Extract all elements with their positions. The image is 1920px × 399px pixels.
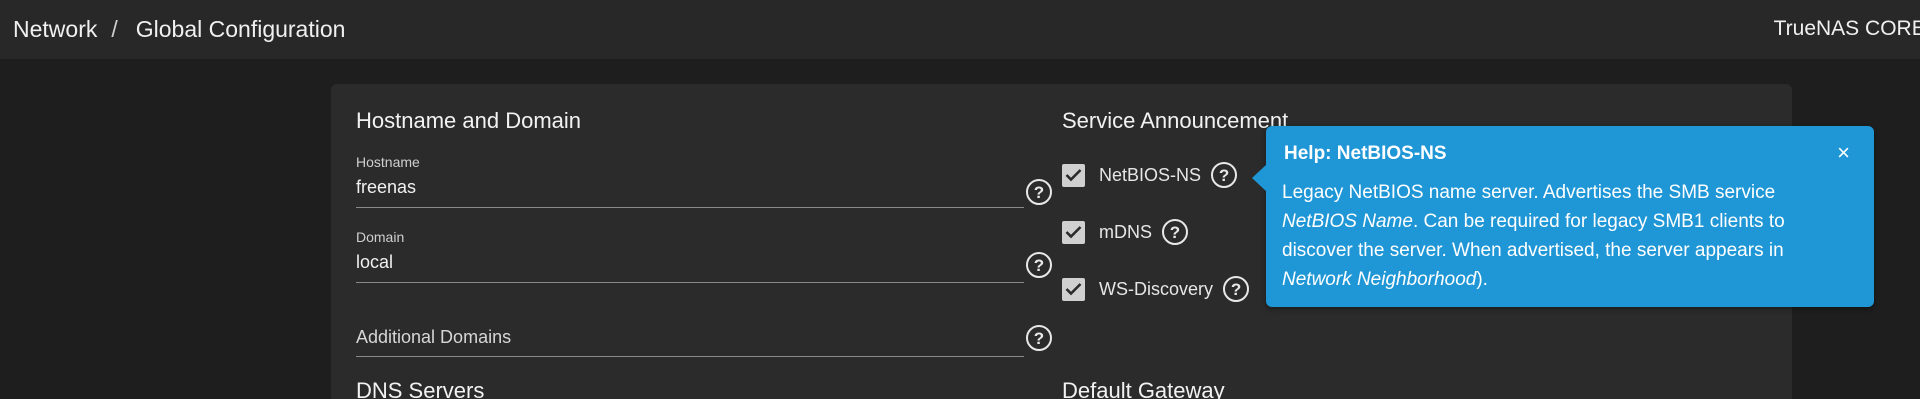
hostname-help-icon[interactable]: ? xyxy=(1026,179,1052,205)
ws-discovery-help-icon[interactable]: ? xyxy=(1223,276,1250,302)
dns-servers-title: DNS Servers xyxy=(356,378,485,399)
domain-label: Domain xyxy=(356,229,405,245)
popover-body-line-4-text: ). xyxy=(1476,269,1488,290)
brand-copyright: TrueNAS CORE® © 2 xyxy=(1773,17,1920,40)
breadcrumb-network[interactable]: Network xyxy=(13,16,97,43)
popover-title: Help: NetBIOS-NS xyxy=(1284,143,1447,164)
popover-arrow xyxy=(1252,164,1267,192)
popover-body-line-4: Network Neighborhood). xyxy=(1282,265,1842,294)
mdns-row: mDNS ? xyxy=(1062,219,1188,245)
netbios-ns-label: NetBIOS-NS xyxy=(1099,164,1202,185)
ws-discovery-label: WS-Discovery xyxy=(1099,278,1214,299)
check-icon xyxy=(1065,283,1082,296)
mdns-help-icon[interactable]: ? xyxy=(1162,219,1188,245)
additional-domains-input[interactable]: Additional Domains xyxy=(356,327,1024,348)
hostname-field[interactable]: Hostname freenas xyxy=(356,154,1024,208)
ws-discovery-row: WS-Discovery ? xyxy=(1062,276,1250,302)
netbios-ns-help-icon[interactable]: ? xyxy=(1211,162,1238,188)
netbios-ns-checkbox[interactable] xyxy=(1062,163,1085,187)
popover-body-line-1: Legacy NetBIOS name server. Advertises t… xyxy=(1282,182,1776,203)
additional-domains-underline xyxy=(356,356,1024,357)
hostname-input[interactable]: freenas xyxy=(356,177,1024,198)
top-bar: Network / Global Configuration TrueNAS C… xyxy=(0,0,1920,59)
hostname-domain-title: Hostname and Domain xyxy=(356,108,582,133)
popover-body: Legacy NetBIOS name server. Advertises t… xyxy=(1282,178,1842,294)
mdns-label: mDNS xyxy=(1099,221,1152,242)
netbios-ns-row: NetBIOS-NS ? xyxy=(1062,162,1238,188)
default-gateway-title: Default Gateway xyxy=(1062,378,1225,399)
popover-netbios-name: NetBIOS Name xyxy=(1282,211,1413,232)
additional-domains-field[interactable]: Additional Domains xyxy=(356,327,1024,357)
help-popover: Help: NetBIOS-NS × Legacy NetBIOS name s… xyxy=(1252,126,1874,307)
additional-domains-help-icon[interactable]: ? xyxy=(1026,325,1052,351)
breadcrumb: Network / Global Configuration xyxy=(13,16,345,43)
domain-input[interactable]: local xyxy=(356,252,1024,273)
hostname-label: Hostname xyxy=(356,154,420,170)
service-announcement-title: Service Announcement xyxy=(1062,108,1289,133)
domain-help-icon[interactable]: ? xyxy=(1026,252,1052,278)
breadcrumb-global-configuration: Global Configuration xyxy=(135,16,346,42)
breadcrumb-separator: / xyxy=(111,16,118,42)
hostname-underline xyxy=(356,207,1024,208)
check-icon xyxy=(1065,226,1082,239)
mdns-checkbox[interactable] xyxy=(1062,220,1085,244)
check-icon xyxy=(1065,169,1082,182)
popover-body-line-2: NetBIOS Name. Can be required for legacy… xyxy=(1282,207,1842,236)
popover-body-line-3: discover the server. When advertised, th… xyxy=(1282,240,1784,261)
popover-network-neighborhood: Network Neighborhood xyxy=(1282,269,1477,290)
domain-underline xyxy=(356,282,1024,283)
popover-body-line-2-text: . Can be required for legacy SMB1 client… xyxy=(1412,211,1785,232)
domain-field[interactable]: Domain local xyxy=(356,229,1024,283)
close-icon[interactable]: × xyxy=(1837,140,1850,166)
ws-discovery-checkbox[interactable] xyxy=(1062,277,1085,301)
